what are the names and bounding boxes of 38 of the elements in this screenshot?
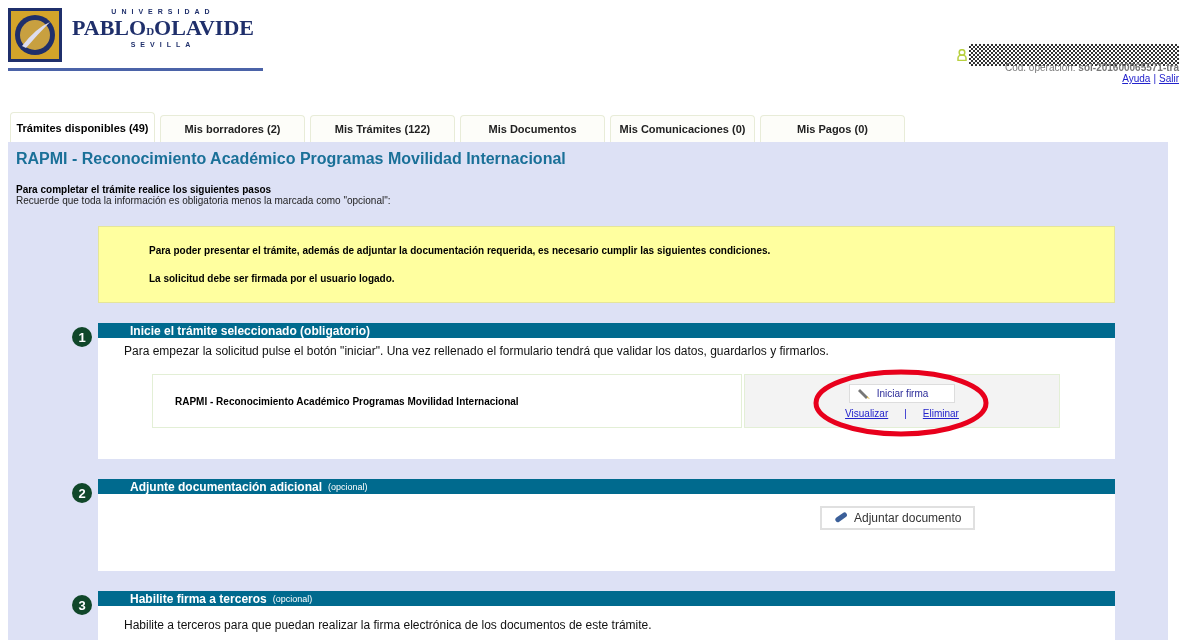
notice-text: La solicitud debe ser firmada por el usuario logado. <box>149 273 396 284</box>
step-title: Habilite firma a terceros <box>130 591 267 606</box>
tab[interactable]: Mis Comunicaciones (0) <box>610 115 755 142</box>
attach-document-button[interactable]: Adjuntar documento <box>820 506 976 530</box>
tab[interactable]: Mis Pagos (0) <box>760 115 905 142</box>
step-text: Para empezar la solicitud pulse el botón "iniciar". Una vez rellenado el formulario tendrá que validar los datos, guardarlos y firmarlos. <box>123 343 830 358</box>
crest-icon <box>8 8 62 62</box>
tab[interactable]: Mis borradores (2) <box>160 115 305 142</box>
step-text: Habilite a terceros para que puedan realizar la firma electrónica de los documentos de este trámite. <box>123 617 653 632</box>
form-name-cell: RAPMI - Reconocimiento Académico Programas Movilidad Internacional <box>152 374 742 428</box>
delete-link[interactable]: Eliminar <box>922 407 959 419</box>
logo-name: PABLO <box>72 15 147 41</box>
help-link[interactable]: Ayuda <box>1122 73 1151 84</box>
pen-icon <box>857 386 871 400</box>
optional-note: (opcional) <box>328 481 368 492</box>
logo-name: OLAVIDE <box>154 15 254 41</box>
operation-code: Cod. operación: sol-201600065571-tra <box>1004 62 1179 73</box>
logout-link[interactable]: Salir <box>1159 73 1179 84</box>
step-number: 1 <box>72 327 92 347</box>
start-signing-button[interactable]: Iniciar firma <box>848 383 956 403</box>
step-title: Inicie el trámite seleccionado (obligatorio) <box>130 323 371 338</box>
step-title: Adjunte documentación adicional <box>130 479 323 494</box>
tab[interactable]: Mis Trámites (122) <box>310 115 455 142</box>
tab[interactable]: Mis Documentos <box>460 115 605 142</box>
intro-text: Para completar el trámite realice los siguientes pasos <box>16 184 273 195</box>
step-number: 3 <box>72 595 92 615</box>
link-separator: | <box>904 407 907 419</box>
notice-text: Para poder presentar el trámite, además de adjuntar la documentación requerida, es necesario cumplir las siguientes condiciones. <box>149 245 772 256</box>
optional-note: (opcional) <box>272 593 313 604</box>
logo-name: D <box>146 25 155 37</box>
page-title: RAPMI - Reconocimiento Académico Programas Movilidad Internacional <box>16 150 567 168</box>
paperclip-icon <box>834 512 848 524</box>
step-number: 2 <box>72 483 92 503</box>
note-text: Recuerde que toda la información es obligatoria menos la marcada como "opcional": <box>16 195 392 206</box>
tab[interactable]: Trámites disponibles (49) <box>10 112 155 142</box>
link-separator: | <box>1153 73 1156 84</box>
view-link[interactable]: Visualizar <box>845 407 889 419</box>
user-icon <box>957 49 967 61</box>
